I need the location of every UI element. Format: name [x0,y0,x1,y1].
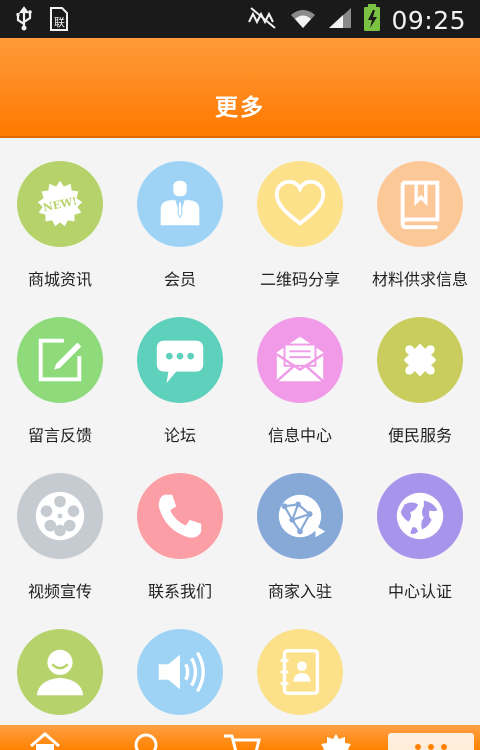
grid-item-icon [137,473,223,559]
svg-text:联: 联 [54,16,65,29]
grid-item-convenience-service[interactable]: 便民服务 [360,296,480,452]
grid-item-icon [137,161,223,247]
grid-item-member[interactable]: 会员 [120,140,240,296]
grid-item-material-supply[interactable]: 材料供求信息 [360,140,480,296]
speaker-icon [158,651,205,693]
network-globe-icon [278,494,326,538]
home-icon[interactable] [28,732,62,750]
puzzle-icon [403,343,437,377]
battery-charging-icon [363,4,381,36]
sim-icon: 联 [48,6,70,36]
grid-item-label: 材料供求信息 [371,270,468,289]
mute-icon [247,6,279,34]
grid-item-icon [377,473,463,559]
grid-item-icon [257,161,343,247]
envelope-icon [275,336,325,383]
grid-item-label: 视频宣传 [27,582,92,601]
grid-item-speaker[interactable] [120,608,240,725]
grid-item-icon [257,473,343,559]
wifi-icon [289,6,317,34]
chat-bubble-icon [156,340,204,384]
contacts-icon [280,649,320,695]
search-icon[interactable] [130,732,164,750]
grid-item-merchant-join[interactable]: 商家入驻 [240,452,360,608]
grid-item-icon [17,629,103,715]
book-icon [400,180,440,230]
grid-item-label: 联系我们 [147,582,212,601]
user-icon [36,649,84,696]
grid-item-label: 信息中心 [267,426,332,445]
new-badge-icon[interactable] [318,732,352,750]
globe-icon [396,492,444,540]
phone-icon [158,494,202,538]
grid-item-qr-share[interactable]: 二维码分享 [240,140,360,296]
grid-item-user[interactable] [0,608,120,725]
feature-grid: NEW! 商城资讯 会员 二维码分享 材料供求信息 留言反馈 论坛 信息中心 便… [0,140,480,725]
film-reel-icon [35,491,85,541]
grid-item-label: 论坛 [163,426,196,445]
grid-item-feedback[interactable]: 留言反馈 [0,296,120,452]
grid-item-contacts[interactable] [240,608,360,725]
grid-item-icon [137,629,223,715]
signal-icon [327,6,353,34]
cart-icon[interactable] [222,732,261,750]
grid-item-icon [257,629,343,715]
grid-item-icon [17,317,103,403]
grid-item-icon [17,473,103,559]
member-icon [160,180,200,226]
clock: 09:25 [391,5,466,35]
grid-item-video-promo[interactable]: 视频宣传 [0,452,120,608]
grid-item-label: 留言反馈 [27,426,92,445]
grid-item-forum[interactable]: 论坛 [120,296,240,452]
grid-item-label: 商城资讯 [27,270,92,289]
new-badge-icon: NEW! [37,180,83,227]
grid-item-label: 商家入驻 [267,582,332,601]
grid-item-info-center[interactable]: 信息中心 [240,296,360,452]
grid-item-contact-us[interactable]: 联系我们 [120,452,240,608]
status-bar: 联 09:25 [0,0,480,38]
grid-item-icon [257,317,343,403]
heart-icon [274,179,326,226]
grid-item-icon [377,317,463,403]
usb-icon [14,6,34,36]
grid-item-icon [377,161,463,247]
grid-item-center-certification[interactable]: 中心认证 [360,452,480,608]
note-pen-icon [38,338,82,382]
grid-item-label: 会员 [163,270,196,289]
header-bar: 更多 [0,38,480,138]
grid-item-label: 中心认证 [387,582,452,601]
grid-item-icon [137,317,223,403]
grid-item-icon: NEW! [17,161,103,247]
page-title: 更多 [215,95,265,121]
grid-item-mall-news[interactable]: NEW! 商城资讯 [0,140,120,296]
bottom-nav-bar [0,725,480,750]
grid-item-label: 二维码分享 [259,270,340,289]
more-icon[interactable] [388,731,474,750]
grid-item-label: 便民服务 [387,426,452,445]
